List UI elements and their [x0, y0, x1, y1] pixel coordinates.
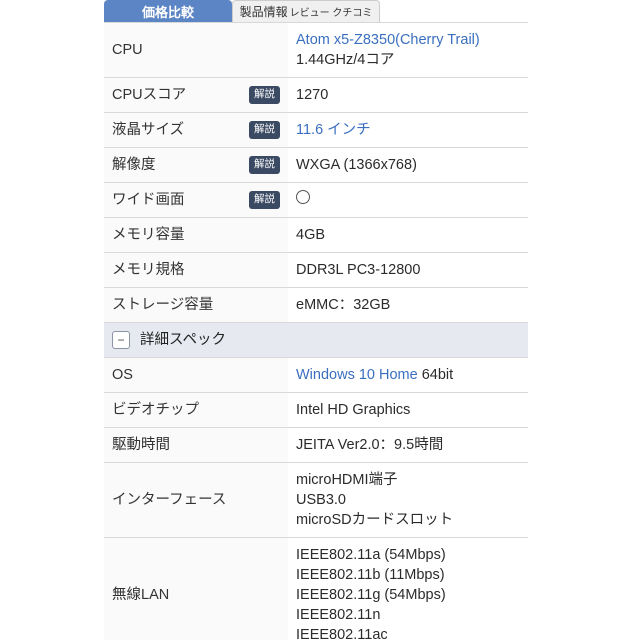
- tab-product-info-label: 製品情報: [239, 5, 288, 19]
- help-badge[interactable]: 解説: [249, 191, 280, 209]
- key-label: ワイド画面: [112, 192, 185, 208]
- row-key-storage: ストレージ容量: [104, 287, 288, 323]
- table-row: 液晶サイズ 解説 11.6 インチ: [104, 112, 528, 148]
- row-key-os: OS: [104, 357, 288, 393]
- help-badge[interactable]: 解説: [249, 86, 280, 104]
- os-link[interactable]: Windows 10 Home: [296, 367, 418, 383]
- row-key-cpu-score: CPUスコア 解説: [104, 77, 288, 113]
- key-label: CPUスコア: [112, 87, 187, 103]
- row-key-resolution: 解像度 解説: [104, 147, 288, 183]
- row-value-resolution: WXGA (1366x768): [288, 147, 528, 183]
- table-row: CPUスコア 解説 1270: [104, 77, 528, 113]
- row-value-memory-standard: DDR3L PC3-12800: [288, 252, 528, 288]
- spec-table: CPU Atom x5-Z8350(Cherry Trail) 1.44GHz/…: [104, 22, 528, 640]
- table-row: ストレージ容量 eMMC：32GB: [104, 287, 528, 323]
- tab-review-label: レビュー クチコミ: [289, 8, 373, 19]
- row-key-memory-size: メモリ容量: [104, 217, 288, 253]
- row-key-screen-size: 液晶サイズ 解説: [104, 112, 288, 148]
- table-row: 解像度 解説 WXGA (1366x768): [104, 147, 528, 183]
- row-key-widescreen: ワイド画面 解説: [104, 182, 288, 218]
- key-label: 解像度: [112, 157, 156, 173]
- table-row: 無線LAN IEEE802.11a (54Mbps) IEEE802.11b (…: [104, 537, 528, 640]
- key-label: OS: [112, 367, 133, 383]
- row-value-screen-size: 11.6 インチ: [288, 112, 528, 148]
- row-key-battery-life: 駆動時間: [104, 427, 288, 463]
- page-root: 価格比較 製品情報 レビュー クチコミ CPU Atom x5-Z8350(Ch…: [0, 0, 640, 640]
- key-label: インターフェース: [112, 492, 227, 508]
- spec-content: 価格比較 製品情報 レビュー クチコミ CPU Atom x5-Z8350(Ch…: [104, 0, 528, 640]
- tab-bar: 価格比較 製品情報 レビュー クチコミ: [104, 0, 528, 22]
- key-label: メモリ容量: [112, 227, 185, 243]
- row-value-widescreen: [288, 182, 528, 218]
- table-row: インターフェース microHDMI端子 USB3.0 microSDカードスロ…: [104, 462, 528, 538]
- key-label: 無線LAN: [112, 587, 170, 603]
- screen-size-link[interactable]: 11.6 インチ: [296, 122, 371, 138]
- row-key-cpu: CPU: [104, 22, 288, 78]
- cpu-model-link[interactable]: Atom x5-Z8350(Cherry Trail): [296, 32, 480, 48]
- key-label: ストレージ容量: [112, 297, 214, 313]
- row-value-memory-size: 4GB: [288, 217, 528, 253]
- cpu-clock-text: 1.44GHz/4コア: [296, 52, 395, 68]
- table-row: メモリ規格 DDR3L PC3-12800: [104, 252, 528, 288]
- help-badge[interactable]: 解説: [249, 156, 280, 174]
- row-key-wireless-lan: 無線LAN: [104, 537, 288, 640]
- table-row: 駆動時間 JEITA Ver2.0：9.5時間: [104, 427, 528, 463]
- os-bitness: 64bit: [417, 367, 454, 383]
- collapse-minus-icon[interactable]: −: [112, 331, 130, 349]
- key-label: 液晶サイズ: [112, 122, 185, 138]
- section-title: 詳細スペック: [140, 332, 226, 348]
- key-label: ビデオチップ: [112, 402, 199, 418]
- row-key-memory-standard: メモリ規格: [104, 252, 288, 288]
- row-value-video-chip: Intel HD Graphics: [288, 392, 528, 428]
- right-gutter: [528, 0, 640, 640]
- help-badge[interactable]: 解説: [249, 121, 280, 139]
- key-label: メモリ規格: [112, 262, 185, 278]
- row-key-video-chip: ビデオチップ: [104, 392, 288, 428]
- tab-product-info[interactable]: 製品情報 レビュー クチコミ: [232, 0, 380, 22]
- key-label: 駆動時間: [112, 437, 170, 453]
- table-row: メモリ容量 4GB: [104, 217, 528, 253]
- circle-mark-icon: [296, 190, 310, 204]
- tab-price-comparison-label: 価格比較: [141, 4, 194, 20]
- row-value-cpu-score: 1270: [288, 77, 528, 113]
- row-value-interface: microHDMI端子 USB3.0 microSDカードスロット: [288, 462, 528, 538]
- row-value-wireless-lan: IEEE802.11a (54Mbps) IEEE802.11b (11Mbps…: [288, 537, 528, 640]
- left-gutter: [0, 0, 104, 640]
- table-row: ビデオチップ Intel HD Graphics: [104, 392, 528, 428]
- section-header-detail-spec[interactable]: − 詳細スペック: [104, 322, 528, 358]
- row-value-cpu: Atom x5-Z8350(Cherry Trail) 1.44GHz/4コア: [288, 22, 528, 78]
- row-value-os: Windows 10 Home 64bit: [288, 357, 528, 393]
- table-row: CPU Atom x5-Z8350(Cherry Trail) 1.44GHz/…: [104, 22, 528, 78]
- tab-price-comparison[interactable]: 価格比較: [104, 0, 232, 22]
- key-label: CPU: [112, 42, 143, 58]
- table-row: OS Windows 10 Home 64bit: [104, 357, 528, 393]
- row-key-interface: インターフェース: [104, 462, 288, 538]
- table-row: ワイド画面 解説: [104, 182, 528, 218]
- row-value-battery-life: JEITA Ver2.0：9.5時間: [288, 427, 528, 463]
- row-value-storage: eMMC：32GB: [288, 287, 528, 323]
